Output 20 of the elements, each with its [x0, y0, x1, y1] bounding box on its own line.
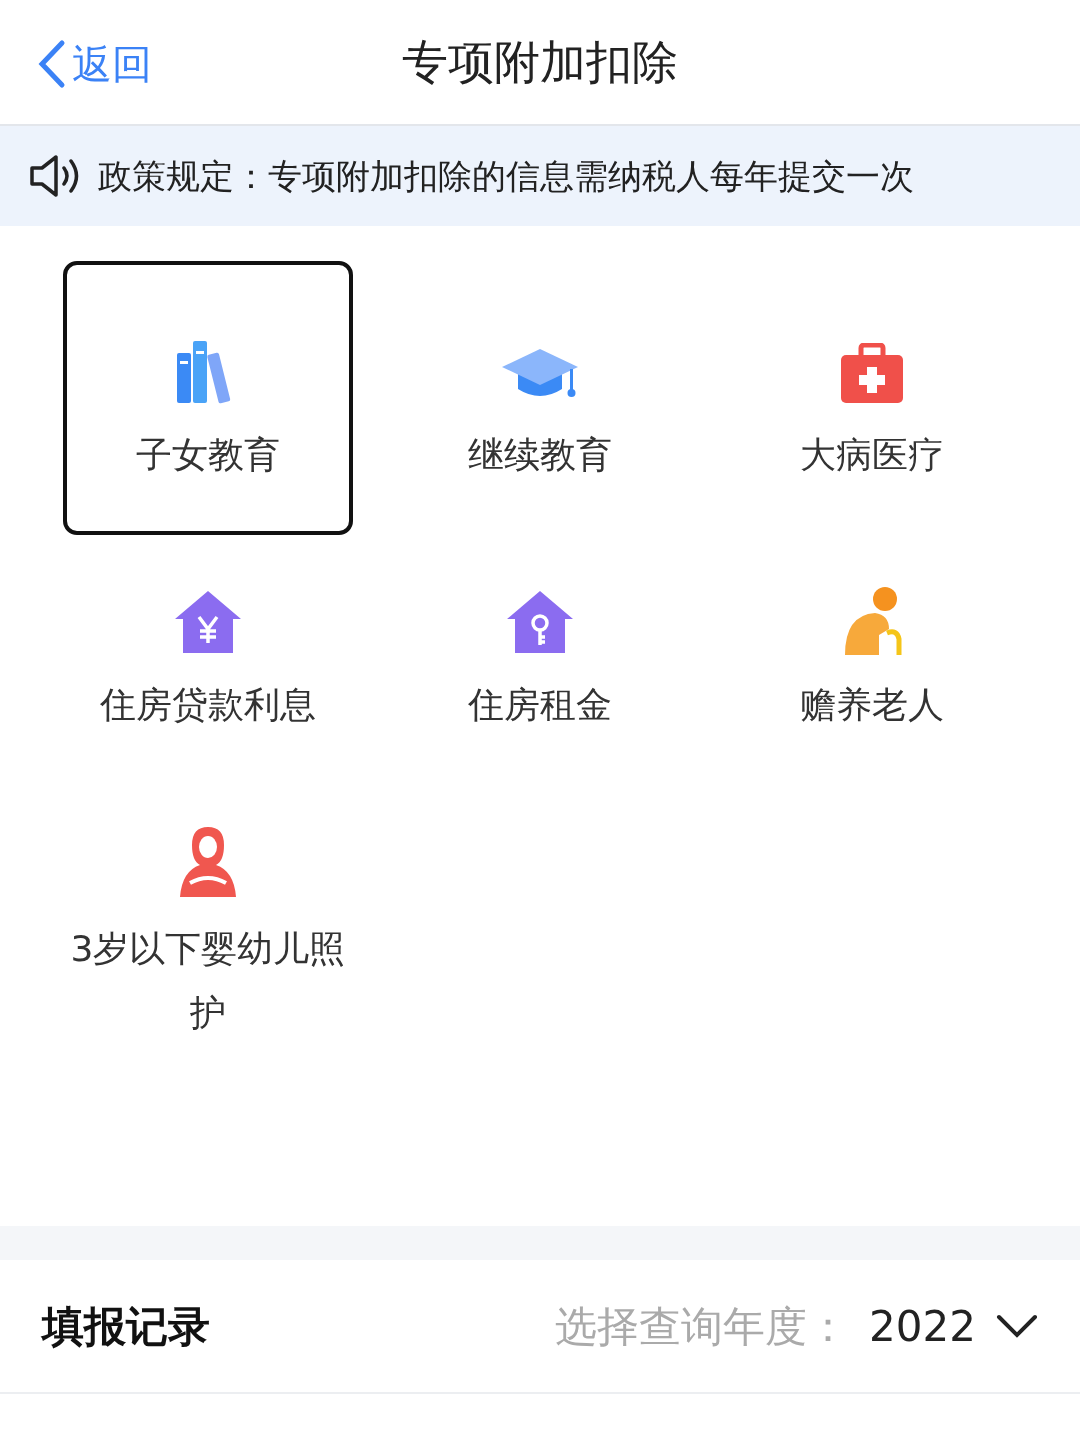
category-label: 继续教育 [467, 433, 613, 477]
year-label: 选择查询年度： [555, 1300, 850, 1353]
category-label: 3岁以下婴幼儿照护 [69, 927, 347, 1035]
back-button[interactable]: 返回 [36, 34, 152, 94]
category-label: 住房租金 [467, 683, 613, 727]
chevron-down-icon [996, 1313, 1038, 1339]
house-yuan-icon [173, 589, 243, 655]
year-selector[interactable]: 选择查询年度： 2022 [555, 1294, 1038, 1358]
category-label: 大病医疗 [799, 433, 945, 477]
category-label: 住房贷款利息 [99, 683, 317, 727]
deduction-category[interactable]: 子女教育 [63, 261, 353, 535]
page-title: 专项附加扣除 [402, 33, 678, 91]
year-value: 2022 [869, 1300, 976, 1353]
notice-text: 政策规定：专项附加扣除的信息需纳税人每年提交一次 [98, 154, 914, 198]
mother-baby-icon [178, 825, 238, 899]
category-label: 赡养老人 [799, 683, 945, 727]
category-label: 子女教育 [135, 433, 281, 477]
first-aid-kit-icon [839, 343, 905, 405]
records-title: 填报记录 [42, 1300, 210, 1353]
house-key-icon [505, 589, 575, 655]
